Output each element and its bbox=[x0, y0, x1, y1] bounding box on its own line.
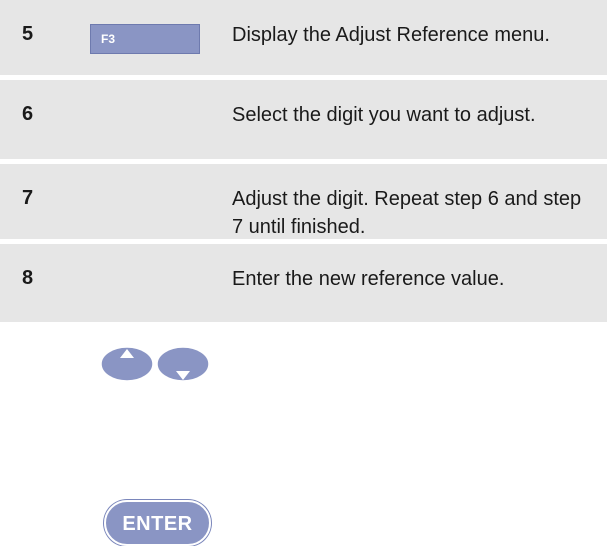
step-number: 8 bbox=[22, 267, 34, 289]
step-row-7: 7 Adjust the digit. Repeat step 6 and st… bbox=[0, 164, 607, 382]
step-description: Select the digit you want to adjust. bbox=[232, 104, 536, 126]
f3-key-label: F3 bbox=[101, 32, 116, 46]
procedure-steps: 5 F3 Display the Adjust Reference menu. … bbox=[0, 0, 607, 546]
up-arrow-key[interactable] bbox=[100, 346, 154, 382]
step-row-8: 8 ENTER Enter the new reference value. bbox=[0, 244, 607, 546]
enter-key-label: ENTER bbox=[122, 513, 193, 535]
up-down-arrow-keys bbox=[100, 344, 210, 384]
step-row-6: 6 Select the digit you want to adjust. bbox=[0, 80, 607, 225]
step-description: Adjust the digit. Repeat step 6 and step… bbox=[232, 188, 582, 238]
down-arrow-key[interactable] bbox=[156, 346, 210, 382]
step-description: Enter the new reference value. bbox=[232, 268, 505, 290]
step-number: 7 bbox=[22, 187, 34, 209]
enter-key[interactable]: ENTER bbox=[104, 500, 211, 546]
f3-function-key[interactable]: F3 bbox=[90, 24, 200, 54]
step-row-5: 5 F3 Display the Adjust Reference menu. bbox=[0, 0, 607, 75]
step-number: 6 bbox=[22, 103, 34, 125]
step-description: Display the Adjust Reference menu. bbox=[232, 24, 550, 46]
step-number: 5 bbox=[22, 23, 34, 45]
